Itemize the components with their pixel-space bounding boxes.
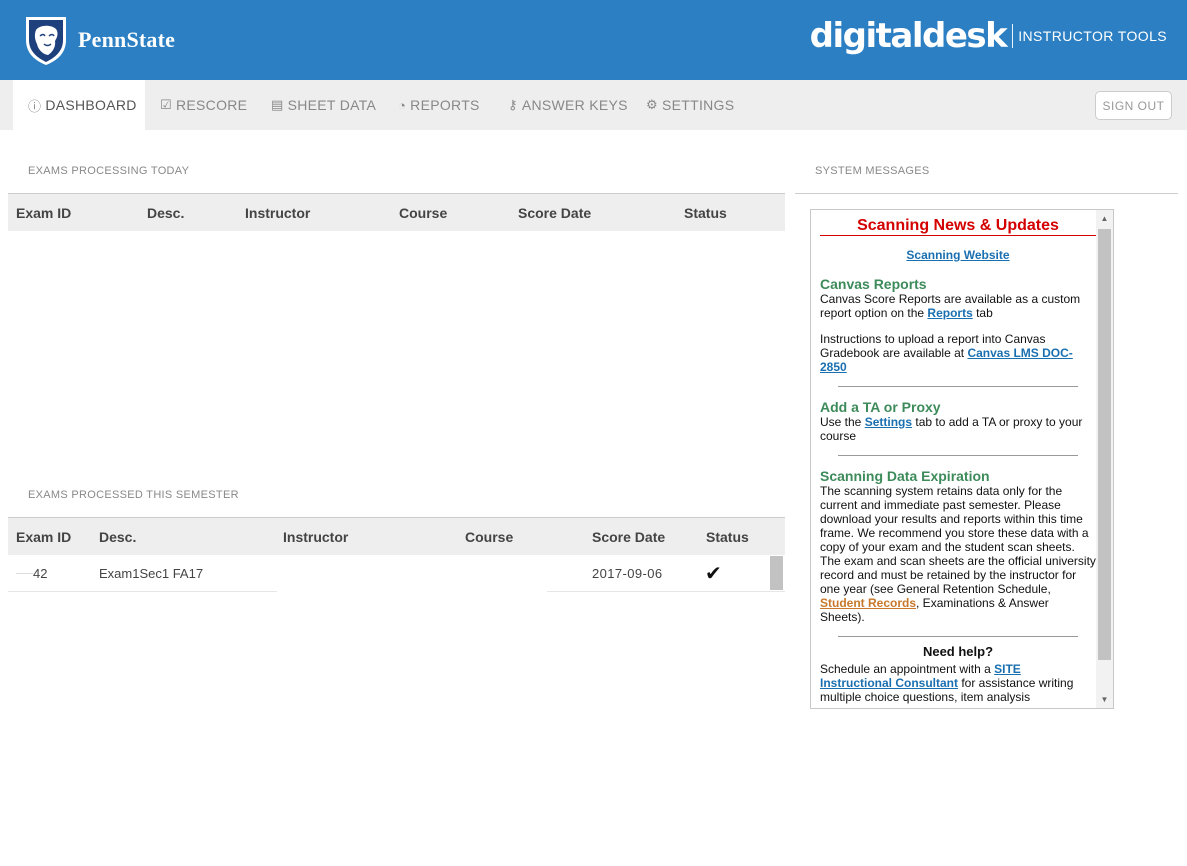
canvas-upload-text: Instructions to upload a report into Can…	[820, 332, 1073, 374]
col-score-date[interactable]: Score Date	[592, 518, 665, 555]
tab-settings[interactable]: ⚙ SETTINGS	[646, 80, 734, 130]
divider	[838, 386, 1078, 387]
col-exam-id[interactable]: Exam ID	[16, 518, 71, 555]
tab-rescore[interactable]: ☑ RESCORE	[160, 80, 247, 130]
col-desc[interactable]: Desc.	[147, 194, 184, 231]
system-messages-frame[interactable]: Scanning News & Updates Scanning Website…	[810, 209, 1114, 709]
news-title: Scanning News & Updates	[820, 210, 1096, 236]
col-score-date[interactable]: Score Date	[518, 194, 591, 231]
tab-label: REPORTS	[410, 97, 480, 113]
tab-label: SHEET DATA	[287, 97, 377, 113]
scroll-up-icon[interactable]: ▲	[1096, 210, 1113, 227]
add-ta-text: Use the Settings tab to add a TA or prox…	[820, 415, 1083, 443]
digitaldesk-wordmark: digitaldesk	[809, 16, 1008, 56]
key-icon: ⚷	[508, 97, 518, 112]
col-course[interactable]: Course	[399, 194, 447, 231]
pie-chart-icon: ◔	[398, 97, 407, 113]
table-row[interactable]: 42 Exam1Sec1 FA17 2017-09-06 ✔	[8, 555, 770, 591]
tab-label: RESCORE	[175, 97, 248, 113]
cell-exam-id: 42	[16, 555, 47, 591]
add-ta-heading: Add a TA or Proxy	[820, 399, 941, 415]
messages-scrollbar[interactable]: ▲ ▼	[1096, 210, 1113, 708]
exam-id-value: 42	[33, 565, 48, 581]
scrollbar-thumb[interactable]	[1098, 229, 1111, 660]
col-course[interactable]: Course	[465, 518, 513, 555]
data-expiration-text: The scanning system retains data only fo…	[820, 484, 1096, 624]
canvas-reports-heading: Canvas Reports	[820, 276, 927, 292]
tab-answer-keys[interactable]: ⚷ ANSWER KEYS	[508, 80, 628, 130]
cell-score-date: 2017-09-06	[592, 565, 663, 581]
col-instructor[interactable]: Instructor	[283, 518, 348, 555]
nittany-lion-shield-icon	[26, 17, 66, 65]
tab-reports[interactable]: ◔ REPORTS	[398, 80, 480, 130]
reports-link[interactable]: Reports	[927, 306, 972, 320]
scroll-down-icon[interactable]: ▼	[1096, 691, 1113, 708]
digitaldesk-logo: digitaldesk INSTRUCTOR TOOLS	[810, 16, 1167, 56]
col-instructor[interactable]: Instructor	[245, 194, 310, 231]
canvas-reports-text: Canvas Score Reports are available as a …	[820, 292, 1081, 320]
pennstate-logo[interactable]: PennState	[22, 14, 175, 66]
col-exam-id[interactable]: Exam ID	[16, 194, 71, 231]
need-help-heading: Need help?	[922, 644, 994, 659]
main-nav: ⓘ DASHBOARD ☑ RESCORE ▤ SHEET DATA ◔ REP…	[0, 80, 1187, 130]
tab-dashboard[interactable]: ⓘ DASHBOARD	[13, 80, 145, 130]
col-desc[interactable]: Desc.	[99, 518, 136, 555]
tab-label: SETTINGS	[661, 97, 735, 113]
checkmark-icon: ✔	[705, 562, 722, 585]
row-divider	[547, 591, 785, 592]
today-section-title: EXAMS PROCESSING TODAY	[28, 165, 190, 177]
need-help-text: Schedule an appointment with a SITE Inst…	[820, 662, 1074, 704]
cell-desc: Exam1Sec1 FA17	[99, 565, 204, 581]
gear-icon: ⚙	[646, 97, 658, 112]
tab-label: DASHBOARD	[45, 97, 137, 113]
document-icon: ▤	[271, 97, 284, 112]
pennstate-wordmark: PennState	[78, 27, 176, 52]
tab-sheet-data[interactable]: ▤ SHEET DATA	[271, 80, 376, 130]
messages-content: Scanning News & Updates Scanning Website…	[820, 210, 1096, 704]
col-status[interactable]: Status	[684, 194, 727, 231]
data-expiration-heading: Scanning Data Expiration	[820, 468, 990, 484]
table-scrollbar-thumb[interactable]	[770, 556, 783, 590]
student-records-link[interactable]: Student Records	[820, 596, 916, 610]
divider	[838, 636, 1078, 637]
system-messages-title: SYSTEM MESSAGES	[815, 165, 930, 177]
semester-table-header: Exam ID Desc. Instructor Course Score Da…	[8, 517, 785, 555]
divider	[838, 455, 1078, 456]
row-divider	[8, 591, 277, 592]
logo-divider	[1012, 24, 1014, 48]
instructor-tools-label: INSTRUCTOR TOOLS	[1018, 28, 1167, 44]
info-icon: ⓘ	[28, 98, 42, 114]
tab-label: ANSWER KEYS	[521, 97, 628, 113]
settings-link[interactable]: Settings	[865, 415, 912, 429]
semester-section-title: EXAMS PROCESSED THIS SEMESTER	[28, 489, 239, 501]
col-status[interactable]: Status	[706, 518, 749, 555]
header-bar: PennState digitaldesk INSTRUCTOR TOOLS	[0, 0, 1187, 80]
sign-out-button[interactable]: SIGN OUT	[1095, 91, 1172, 120]
scanning-website-link[interactable]: Scanning Website	[906, 248, 1009, 262]
check-square-icon: ☑	[160, 97, 172, 112]
section-divider	[795, 193, 1178, 194]
today-table-header: Exam ID Desc. Instructor Course Score Da…	[8, 193, 785, 231]
